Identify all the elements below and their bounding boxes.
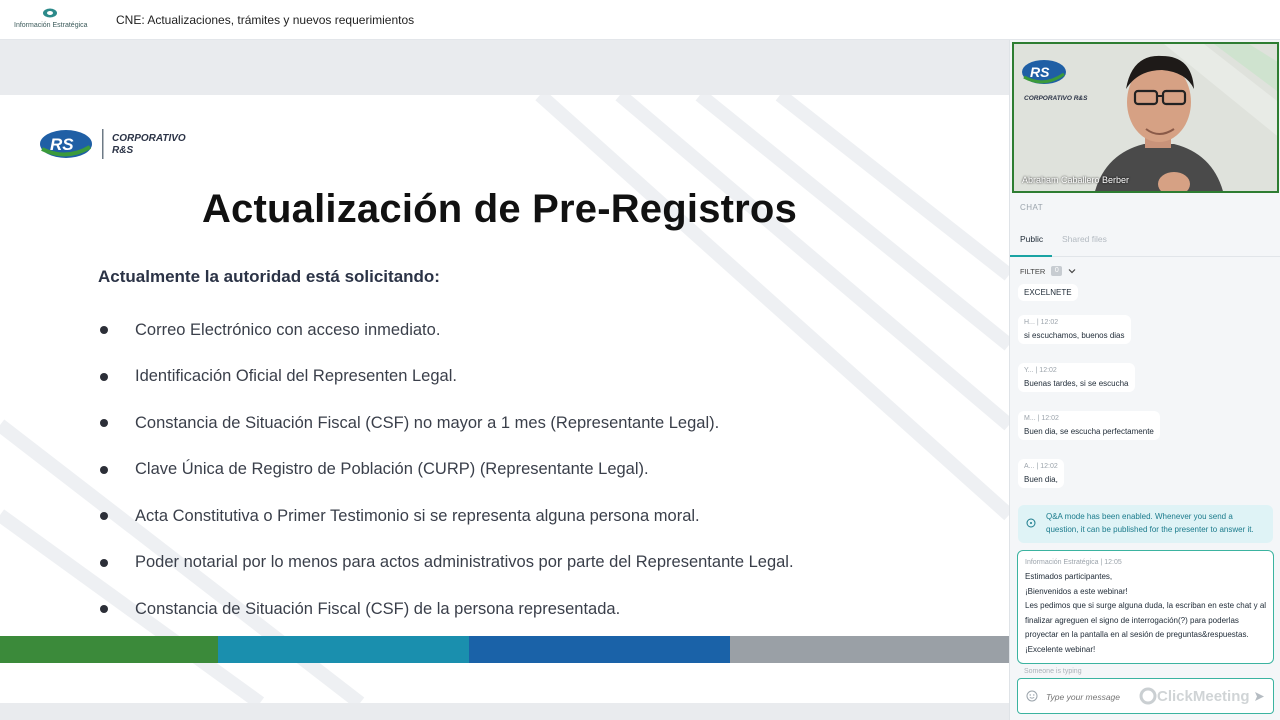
chat-message-meta: Y... | 12:02 — [1024, 367, 1057, 374]
bullet-text: Constancia de Situación Fiscal (CSF) no … — [135, 413, 720, 432]
color-stripe-bar — [0, 636, 1009, 663]
bullet-item: Clave Única de Registro de Población (CU… — [98, 447, 794, 494]
bullet-text: Acta Constitutiva o Primer Testimonio si… — [135, 506, 700, 525]
bullet-dot-icon — [100, 605, 108, 614]
typing-indicator: Someone is typing — [1024, 668, 1082, 675]
logo-mark-text: RS — [50, 135, 74, 154]
watermark-text: ClickMeeting — [1157, 687, 1250, 705]
logo-text-line1: CORPORATIVO — [112, 133, 186, 144]
bullet-dot-icon — [100, 326, 108, 335]
bullet-text: Clave Única de Registro de Población (CU… — [135, 460, 649, 479]
stripe-blue — [469, 636, 730, 663]
stripe-green — [0, 636, 218, 663]
emoji-icon[interactable] — [1026, 690, 1038, 702]
chat-message: EXCELNETE — [1018, 284, 1078, 301]
tab-shared-files[interactable]: Shared files — [1062, 234, 1107, 244]
stripe-gray — [730, 636, 1009, 663]
logo-text-line2: R&S — [112, 145, 133, 156]
announcement-meta: Información Estratégica | 12:05 — [1025, 559, 1122, 566]
bullet-list: Correo Electrónico con acceso inmediato.… — [98, 307, 794, 633]
chat-message-meta: A... | 12:02 — [1024, 463, 1058, 470]
bullet-item: Constancia de Situación Fiscal (CSF) no … — [98, 400, 794, 447]
chat-message-meta: H... | 12:02 — [1024, 319, 1059, 326]
chat-message-text: Buen dia, — [1024, 475, 1058, 484]
filter-control[interactable]: FILTER 0 — [1020, 266, 1076, 276]
presenter-name: Abraham Caballero Berber — [1022, 175, 1130, 185]
chat-input-box: ClickMeeting — [1017, 678, 1274, 714]
side-panel: RS CORPORATIVO R&S Abraham Caballero Ber… — [1009, 40, 1280, 720]
presenter-video-frame: RS CORPORATIVO R&S — [1014, 44, 1277, 191]
bullet-dot-icon — [100, 465, 108, 474]
announcement-line: Les pedimos que si surge alguna duda, la… — [1025, 601, 1267, 610]
bullet-dot-icon — [100, 372, 108, 381]
chat-message: M... | 12:02 Buen dia, se escucha perfec… — [1018, 411, 1160, 440]
bullet-item: Identificación Oficial del Representen L… — [98, 354, 794, 401]
announcement-line: ¡Excelente webinar! — [1025, 644, 1096, 654]
clickmeeting-watermark: ClickMeeting — [1139, 687, 1250, 705]
filter-count-badge: 0 — [1051, 266, 1063, 276]
presenter-video[interactable]: RS CORPORATIVO R&S Abraham Caballero Ber… — [1012, 42, 1279, 193]
chat-message-text: si escuchamos, buenos dias — [1024, 331, 1125, 340]
chat-message: Y... | 12:02 Buenas tardes, si se escuch… — [1018, 363, 1135, 392]
qa-mode-notice: Q&A mode has been enabled. Whenever you … — [1018, 505, 1273, 543]
video-logo-mark: RS — [1030, 64, 1050, 80]
qa-mode-notice-text: Q&A mode has been enabled. Whenever you … — [1046, 512, 1254, 534]
bullet-text: Constancia de Situación Fiscal (CSF) de … — [135, 599, 621, 618]
chat-message-text: Buenas tardes, si se escucha — [1024, 379, 1129, 388]
bullet-item: Acta Constitutiva o Primer Testimonio si… — [98, 493, 794, 540]
send-icon[interactable] — [1254, 691, 1265, 702]
bullet-text: Poder notarial por lo menos para actos a… — [135, 553, 794, 572]
chevron-down-icon[interactable] — [1068, 267, 1076, 275]
active-tab-indicator — [1010, 255, 1052, 257]
bullet-item: Correo Electrónico con acceso inmediato. — [98, 307, 794, 354]
pinned-announcement: Información Estratégica | 12:05 Estimado… — [1017, 550, 1274, 664]
company-logo: RS CORPORATIVO R&S — [40, 129, 186, 159]
slide-subheading: Actualmente la autoridad está solicitand… — [98, 267, 440, 286]
bullet-text: Identificación Oficial del Representen L… — [135, 367, 457, 386]
announcement-line: proyectar en la pantalla en al sesión de… — [1025, 630, 1249, 639]
brand-logo-icon — [43, 8, 57, 17]
chat-message-text: Buen dia, se escucha perfectamente — [1024, 427, 1154, 436]
chat-section-label: CHAT — [1020, 203, 1044, 212]
announcement-line: Estimados participantes, — [1025, 572, 1113, 581]
top-bar: Información Estratégica CNE: Actualizaci… — [0, 0, 1280, 40]
bullet-dot-icon — [100, 558, 108, 567]
brand-name: Información Estratégica — [14, 21, 88, 29]
announcement-line: ¡Bienvenidos a este webinar! — [1025, 586, 1128, 596]
bullet-dot-icon — [100, 419, 108, 428]
brand-logo: Información Estratégica — [14, 6, 94, 34]
chat-bubble-icon — [1026, 518, 1036, 528]
presentation-area: RS CORPORATIVO R&S Actualización de Pre-… — [0, 40, 1009, 720]
slide-heading: Actualización de Pre-Registros — [201, 187, 798, 231]
slide: RS CORPORATIVO R&S Actualización de Pre-… — [0, 95, 1009, 703]
chat-tabs: Public Shared files — [1010, 225, 1280, 257]
announcement-line: finalizar agreguen el signo de interroga… — [1025, 615, 1239, 625]
chat-message: A... | 12:02 Buen dia, — [1018, 459, 1064, 488]
bullet-dot-icon — [100, 512, 108, 521]
chat-message-meta: M... | 12:02 — [1024, 415, 1059, 422]
chat-message: H... | 12:02 si escuchamos, buenos dias — [1018, 315, 1131, 344]
app-window: Información Estratégica CNE: Actualizaci… — [0, 0, 1280, 720]
tab-public[interactable]: Public — [1020, 234, 1043, 244]
stripe-teal — [218, 636, 469, 663]
bullet-item: Constancia de Situación Fiscal (CSF) de … — [98, 586, 794, 633]
bullet-item: Poder notarial por lo menos para actos a… — [98, 540, 794, 587]
chat-message-text: EXCELNETE — [1024, 288, 1072, 297]
filter-label: FILTER — [1020, 266, 1046, 276]
clickmeeting-logo-icon — [1139, 687, 1157, 705]
page-title: CNE: Actualizaciones, trámites y nuevos … — [116, 12, 415, 27]
bullet-text: Correo Electrónico con acceso inmediato. — [135, 320, 441, 339]
video-logo-text: CORPORATIVO R&S — [1024, 95, 1088, 102]
